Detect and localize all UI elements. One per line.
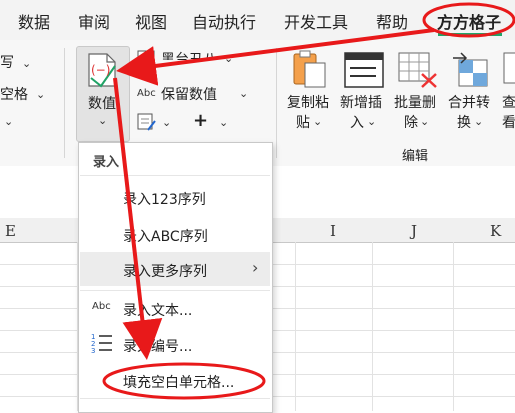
highlight-circle-tab — [422, 2, 515, 38]
annotation-arrow-to-fill — [113, 77, 163, 360]
tutorial-annotation-overlay — [102, 2, 515, 400]
highlight-circle-fill — [102, 362, 266, 400]
annotation-arrow-to-number — [116, 28, 435, 86]
